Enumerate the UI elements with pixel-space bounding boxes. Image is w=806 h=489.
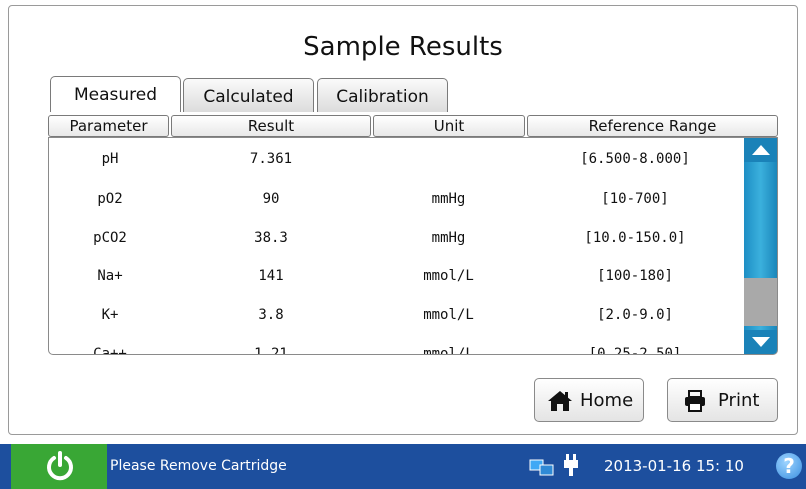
help-icon[interactable]: ? xyxy=(776,453,802,479)
range-cell: [10.0-150.0] xyxy=(584,230,686,246)
table-row: Na+ 141 mmol/L [100-180] xyxy=(49,257,744,295)
scroll-up-arrow-icon[interactable] xyxy=(744,138,777,162)
column-header-unit: Unit xyxy=(373,115,525,137)
result-cell: 141 xyxy=(258,268,284,284)
page-title: Sample Results xyxy=(303,32,503,62)
datetime-display: 2013-01-16 15: 10 xyxy=(604,457,744,475)
vertical-scrollbar[interactable] xyxy=(744,138,777,354)
unit-cell: mmol/L xyxy=(423,307,474,323)
print-button[interactable]: Print xyxy=(667,378,778,422)
result-cell: 7.361 xyxy=(249,151,293,167)
table-row: K+ 3.8 mmol/L [2.0-9.0] xyxy=(49,296,744,334)
home-button-label: Home xyxy=(580,390,634,411)
status-message: Please Remove Cartridge xyxy=(110,458,287,474)
result-cell: 38.3 xyxy=(254,230,288,246)
network-icon xyxy=(529,457,555,481)
print-button-label: Print xyxy=(718,390,760,411)
table-row: pH 7.361 [6.500-8.000] xyxy=(49,140,744,178)
parameter-cell: Ca++ xyxy=(93,346,127,355)
range-cell: [10-700] xyxy=(601,191,669,207)
power-icon xyxy=(45,451,75,485)
parameter-cell: pO2 xyxy=(97,191,123,207)
table-header: Parameter Result Unit Reference Range xyxy=(48,115,778,137)
home-icon xyxy=(547,390,573,417)
tab-calibration[interactable]: Calibration xyxy=(317,78,448,112)
range-cell: [100-180] xyxy=(597,268,673,284)
table-row: pO2 90 mmHg [10-700] xyxy=(49,180,744,218)
results-table: pH 7.361 [6.500-8.000] pO2 90 mmHg [10-7… xyxy=(48,137,778,355)
unit-cell: mmHg xyxy=(431,230,466,246)
parameter-cell: K+ xyxy=(101,307,119,323)
result-cell: 90 xyxy=(262,191,280,207)
range-cell: [0.25-2.50] xyxy=(588,346,682,355)
tab-measured[interactable]: Measured xyxy=(50,76,181,112)
unit-cell: mmHg xyxy=(431,191,466,207)
range-cell: [2.0-9.0] xyxy=(597,307,673,323)
result-cell: 3.8 xyxy=(258,307,284,323)
parameter-cell: pCO2 xyxy=(93,230,127,246)
unit-cell: mmol/L xyxy=(423,268,474,284)
plug-icon xyxy=(563,453,579,481)
power-button[interactable] xyxy=(11,444,107,489)
tab-calculated[interactable]: Calculated xyxy=(183,78,314,112)
parameter-cell: pH xyxy=(101,151,119,167)
table-row: Ca++ 1.21 mmol/L [0.25-2.50] xyxy=(49,335,744,355)
parameter-cell: Na+ xyxy=(97,268,123,284)
printer-icon xyxy=(684,390,706,417)
home-button[interactable]: Home xyxy=(534,378,644,422)
column-header-result: Result xyxy=(171,115,371,137)
column-header-reference-range: Reference Range xyxy=(527,115,778,137)
column-header-parameter: Parameter xyxy=(48,115,169,137)
table-row: pCO2 38.3 mmHg [10.0-150.0] xyxy=(49,219,744,257)
unit-cell: mmol/L xyxy=(423,346,474,355)
scroll-thumb[interactable] xyxy=(744,278,777,326)
result-cell: 1.21 xyxy=(254,346,288,355)
range-cell: [6.500-8.000] xyxy=(580,151,690,167)
scroll-down-arrow-icon[interactable] xyxy=(744,330,777,354)
